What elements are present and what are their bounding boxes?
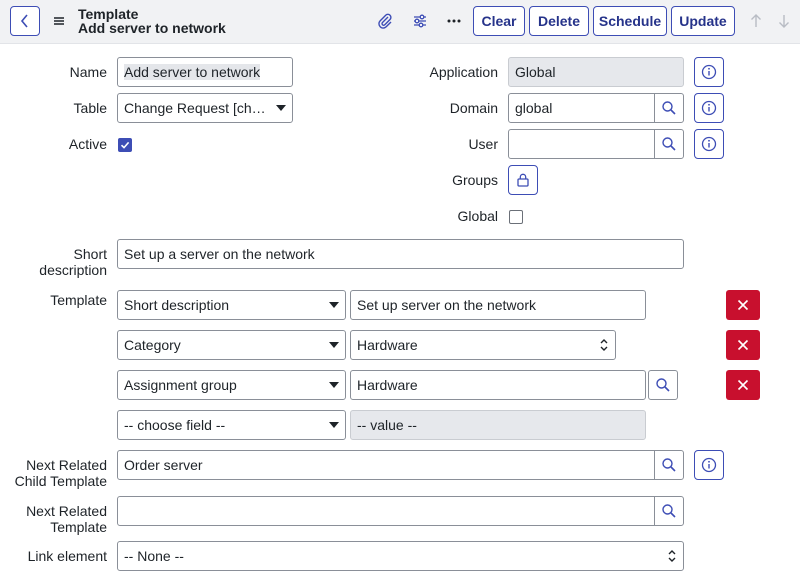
info-icon bbox=[701, 136, 717, 152]
remove-row-button[interactable] bbox=[726, 290, 760, 320]
domain-label: Domain bbox=[449, 100, 498, 116]
close-icon bbox=[737, 339, 749, 351]
search-icon bbox=[662, 101, 676, 115]
search-icon bbox=[662, 504, 676, 518]
next-related-child-template-info-button[interactable] bbox=[694, 450, 724, 480]
arrow-up-icon[interactable] bbox=[745, 10, 767, 32]
groups-label: Groups bbox=[452, 172, 498, 188]
domain-input[interactable]: global bbox=[508, 93, 655, 123]
lock-icon bbox=[517, 173, 529, 187]
domain-search-button[interactable] bbox=[654, 93, 684, 123]
next-related-template-label: Next Related Template bbox=[26, 503, 107, 535]
info-icon bbox=[701, 64, 717, 80]
hamburger-icon[interactable] bbox=[52, 14, 66, 28]
arrow-down-icon[interactable] bbox=[773, 10, 795, 32]
name-input[interactable]: Add server to network bbox=[117, 57, 293, 87]
remove-row-button[interactable] bbox=[726, 330, 760, 360]
caret-down-icon bbox=[329, 382, 339, 388]
link-element-label: Link element bbox=[27, 548, 107, 564]
domain-value: global bbox=[515, 100, 553, 116]
user-info-button[interactable] bbox=[694, 129, 724, 159]
next-related-template-input[interactable] bbox=[117, 496, 655, 526]
caret-down-icon bbox=[329, 422, 339, 428]
update-button[interactable]: Update bbox=[671, 6, 735, 36]
caret-down-icon bbox=[276, 105, 286, 111]
application-value: Global bbox=[515, 64, 556, 80]
short-description-label: Short description bbox=[39, 246, 107, 278]
next-related-template-search-button[interactable] bbox=[654, 496, 684, 526]
groups-unlock-button[interactable] bbox=[508, 165, 538, 195]
short-description-value: Set up a server on the network bbox=[124, 246, 315, 262]
template-field-select[interactable]: -- choose field -- bbox=[117, 410, 346, 440]
next-related-child-template-input[interactable]: Order server bbox=[117, 450, 655, 480]
back-button[interactable] bbox=[10, 6, 40, 36]
template-label: Template bbox=[50, 292, 107, 308]
close-icon bbox=[737, 379, 749, 391]
template-field-select[interactable]: Assignment group bbox=[117, 370, 346, 400]
search-icon bbox=[656, 378, 670, 392]
name-label: Name bbox=[69, 64, 107, 80]
application-info-button[interactable] bbox=[694, 57, 724, 87]
table-select[interactable]: Change Request [chan... bbox=[117, 93, 293, 123]
next-related-child-template-label: Next Related Child Template bbox=[14, 457, 107, 489]
name-value: Add server to network bbox=[124, 64, 261, 80]
clear-button[interactable]: Clear bbox=[473, 6, 525, 36]
user-search-button[interactable] bbox=[654, 129, 684, 159]
updown-chevron-icon bbox=[668, 550, 676, 562]
info-icon bbox=[701, 100, 717, 116]
info-icon bbox=[701, 457, 717, 473]
user-input[interactable] bbox=[508, 129, 655, 159]
search-icon bbox=[662, 458, 676, 472]
application-field: Global bbox=[508, 57, 684, 87]
checkmark-icon bbox=[120, 141, 130, 149]
chevron-left-icon bbox=[20, 14, 28, 28]
template-value-input[interactable]: Hardware bbox=[350, 370, 646, 400]
close-icon bbox=[737, 299, 749, 311]
search-icon bbox=[662, 137, 676, 151]
template-field-select[interactable]: Short description bbox=[117, 290, 346, 320]
remove-row-button[interactable] bbox=[726, 370, 760, 400]
link-element-select[interactable]: -- None -- bbox=[117, 541, 684, 571]
sliders-icon[interactable] bbox=[409, 10, 431, 32]
record-name-title: Add server to network bbox=[78, 20, 226, 36]
active-checkbox[interactable] bbox=[118, 138, 132, 152]
paperclip-icon[interactable] bbox=[374, 10, 396, 32]
caret-down-icon bbox=[329, 342, 339, 348]
active-label: Active bbox=[68, 136, 107, 152]
template-value-search-button[interactable] bbox=[648, 370, 678, 400]
template-field-select[interactable]: Category bbox=[117, 330, 346, 360]
template-value-select[interactable]: Hardware bbox=[350, 330, 616, 360]
delete-button[interactable]: Delete bbox=[529, 6, 589, 36]
form-header: Template Add server to network Clear Del… bbox=[0, 0, 800, 44]
updown-chevron-icon bbox=[600, 339, 608, 351]
template-value-placeholder: -- value -- bbox=[350, 410, 646, 440]
table-value: Change Request [chan... bbox=[124, 100, 270, 116]
global-label: Global bbox=[457, 208, 498, 224]
caret-down-icon bbox=[329, 302, 339, 308]
user-label: User bbox=[468, 136, 498, 152]
domain-info-button[interactable] bbox=[694, 93, 724, 123]
schedule-button[interactable]: Schedule bbox=[593, 6, 667, 36]
table-label: Table bbox=[73, 100, 107, 116]
short-description-input[interactable]: Set up a server on the network bbox=[117, 239, 684, 269]
global-checkbox[interactable] bbox=[509, 210, 523, 224]
more-icon[interactable] bbox=[443, 10, 465, 32]
template-value-input[interactable]: Set up server on the network bbox=[350, 290, 646, 320]
next-related-child-template-search-button[interactable] bbox=[654, 450, 684, 480]
application-label: Application bbox=[429, 64, 499, 80]
